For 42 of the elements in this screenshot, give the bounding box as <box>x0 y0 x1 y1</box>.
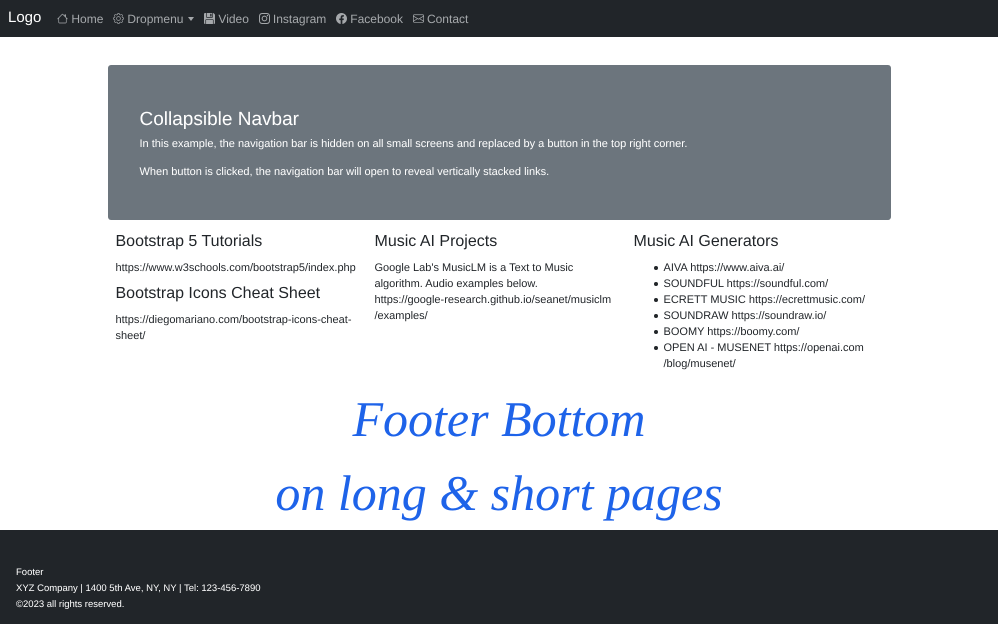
gear-icon <box>113 13 124 24</box>
bullet-icon <box>654 330 658 334</box>
bullet-icon <box>654 298 658 302</box>
section-heading: Music AI Projects <box>374 232 498 252</box>
house-icon <box>57 13 68 24</box>
camera-icon <box>258 13 270 24</box>
bullet-icon <box>654 282 658 286</box>
nav-link[interactable]: Home <box>57 10 104 28</box>
jumbotron-text: In this example, the navigation bar is hidden on all small screens and replaced by a button in the top right corner. <box>140 136 688 152</box>
nav-link[interactable]: Dropmenu <box>113 10 194 28</box>
section-heading: Bootstrap Icons Cheat Sheet <box>116 284 322 304</box>
jumbotron-title: Collapsible Navbar <box>140 108 300 132</box>
footer-text: XYZ Company | 1400 5th Ave, NY, NY | Tel: 123-456-7890 <box>16 582 262 596</box>
section-heading: Music AI Generators <box>634 232 780 252</box>
section-text: https://google-research.github.io/seanet/musiclm /examples/ <box>374 293 612 324</box>
floppy-icon <box>204 13 216 24</box>
list-item-text: BOOMY https://boomy.com/ <box>664 325 800 340</box>
banner-title: Footer Bottom <box>352 390 646 449</box>
bullet-icon <box>654 346 658 350</box>
section-text: https://www.w3schools.com/bootstrap5/index.php <box>116 261 357 276</box>
jumbotron-text: When button is clicked, the navigation bar will open to reveal vertically stacked links. <box>140 165 550 180</box>
nav-link[interactable]: Video <box>204 10 249 28</box>
list-item-text: SOUNDFUL https://soundful.com/ <box>664 277 828 292</box>
section-text: Google Lab's MusicLM is a Text to Music algorithm. Audio examples below. <box>374 261 574 292</box>
list-item-text: AIVA https://www.aiva.ai/ <box>664 261 784 276</box>
nav-link[interactable]: Instagram <box>258 10 326 28</box>
nav-link[interactable]: Facebook <box>336 10 403 28</box>
footer-text: Footer <box>16 566 44 580</box>
section-heading: Bootstrap 5 Tutorials <box>116 232 264 252</box>
section-text: https://diegomariano.com/bootstrap-icons-cheat-sheet/ <box>116 313 353 344</box>
bullet-icon <box>654 266 658 270</box>
list-item-text: OPEN AI - MUSENET https://openai.com /blog/musenet/ <box>664 341 865 372</box>
list-item-text: ECRETT MUSIC https://ecrettmusic.com/ <box>664 293 866 308</box>
envelope-icon <box>412 13 424 24</box>
list-item-text: SOUNDRAW https://soundraw.io/ <box>664 309 826 324</box>
brand-logo[interactable]: Logo <box>8 7 42 30</box>
footer-text: ©2023 all rights reserved. <box>16 598 126 612</box>
nav-link[interactable]: Contact <box>412 10 468 28</box>
bullet-icon <box>654 314 658 318</box>
banner-title: on long & short pages <box>275 464 723 523</box>
caret-icon <box>188 16 194 20</box>
letter-f-icon <box>336 13 348 24</box>
